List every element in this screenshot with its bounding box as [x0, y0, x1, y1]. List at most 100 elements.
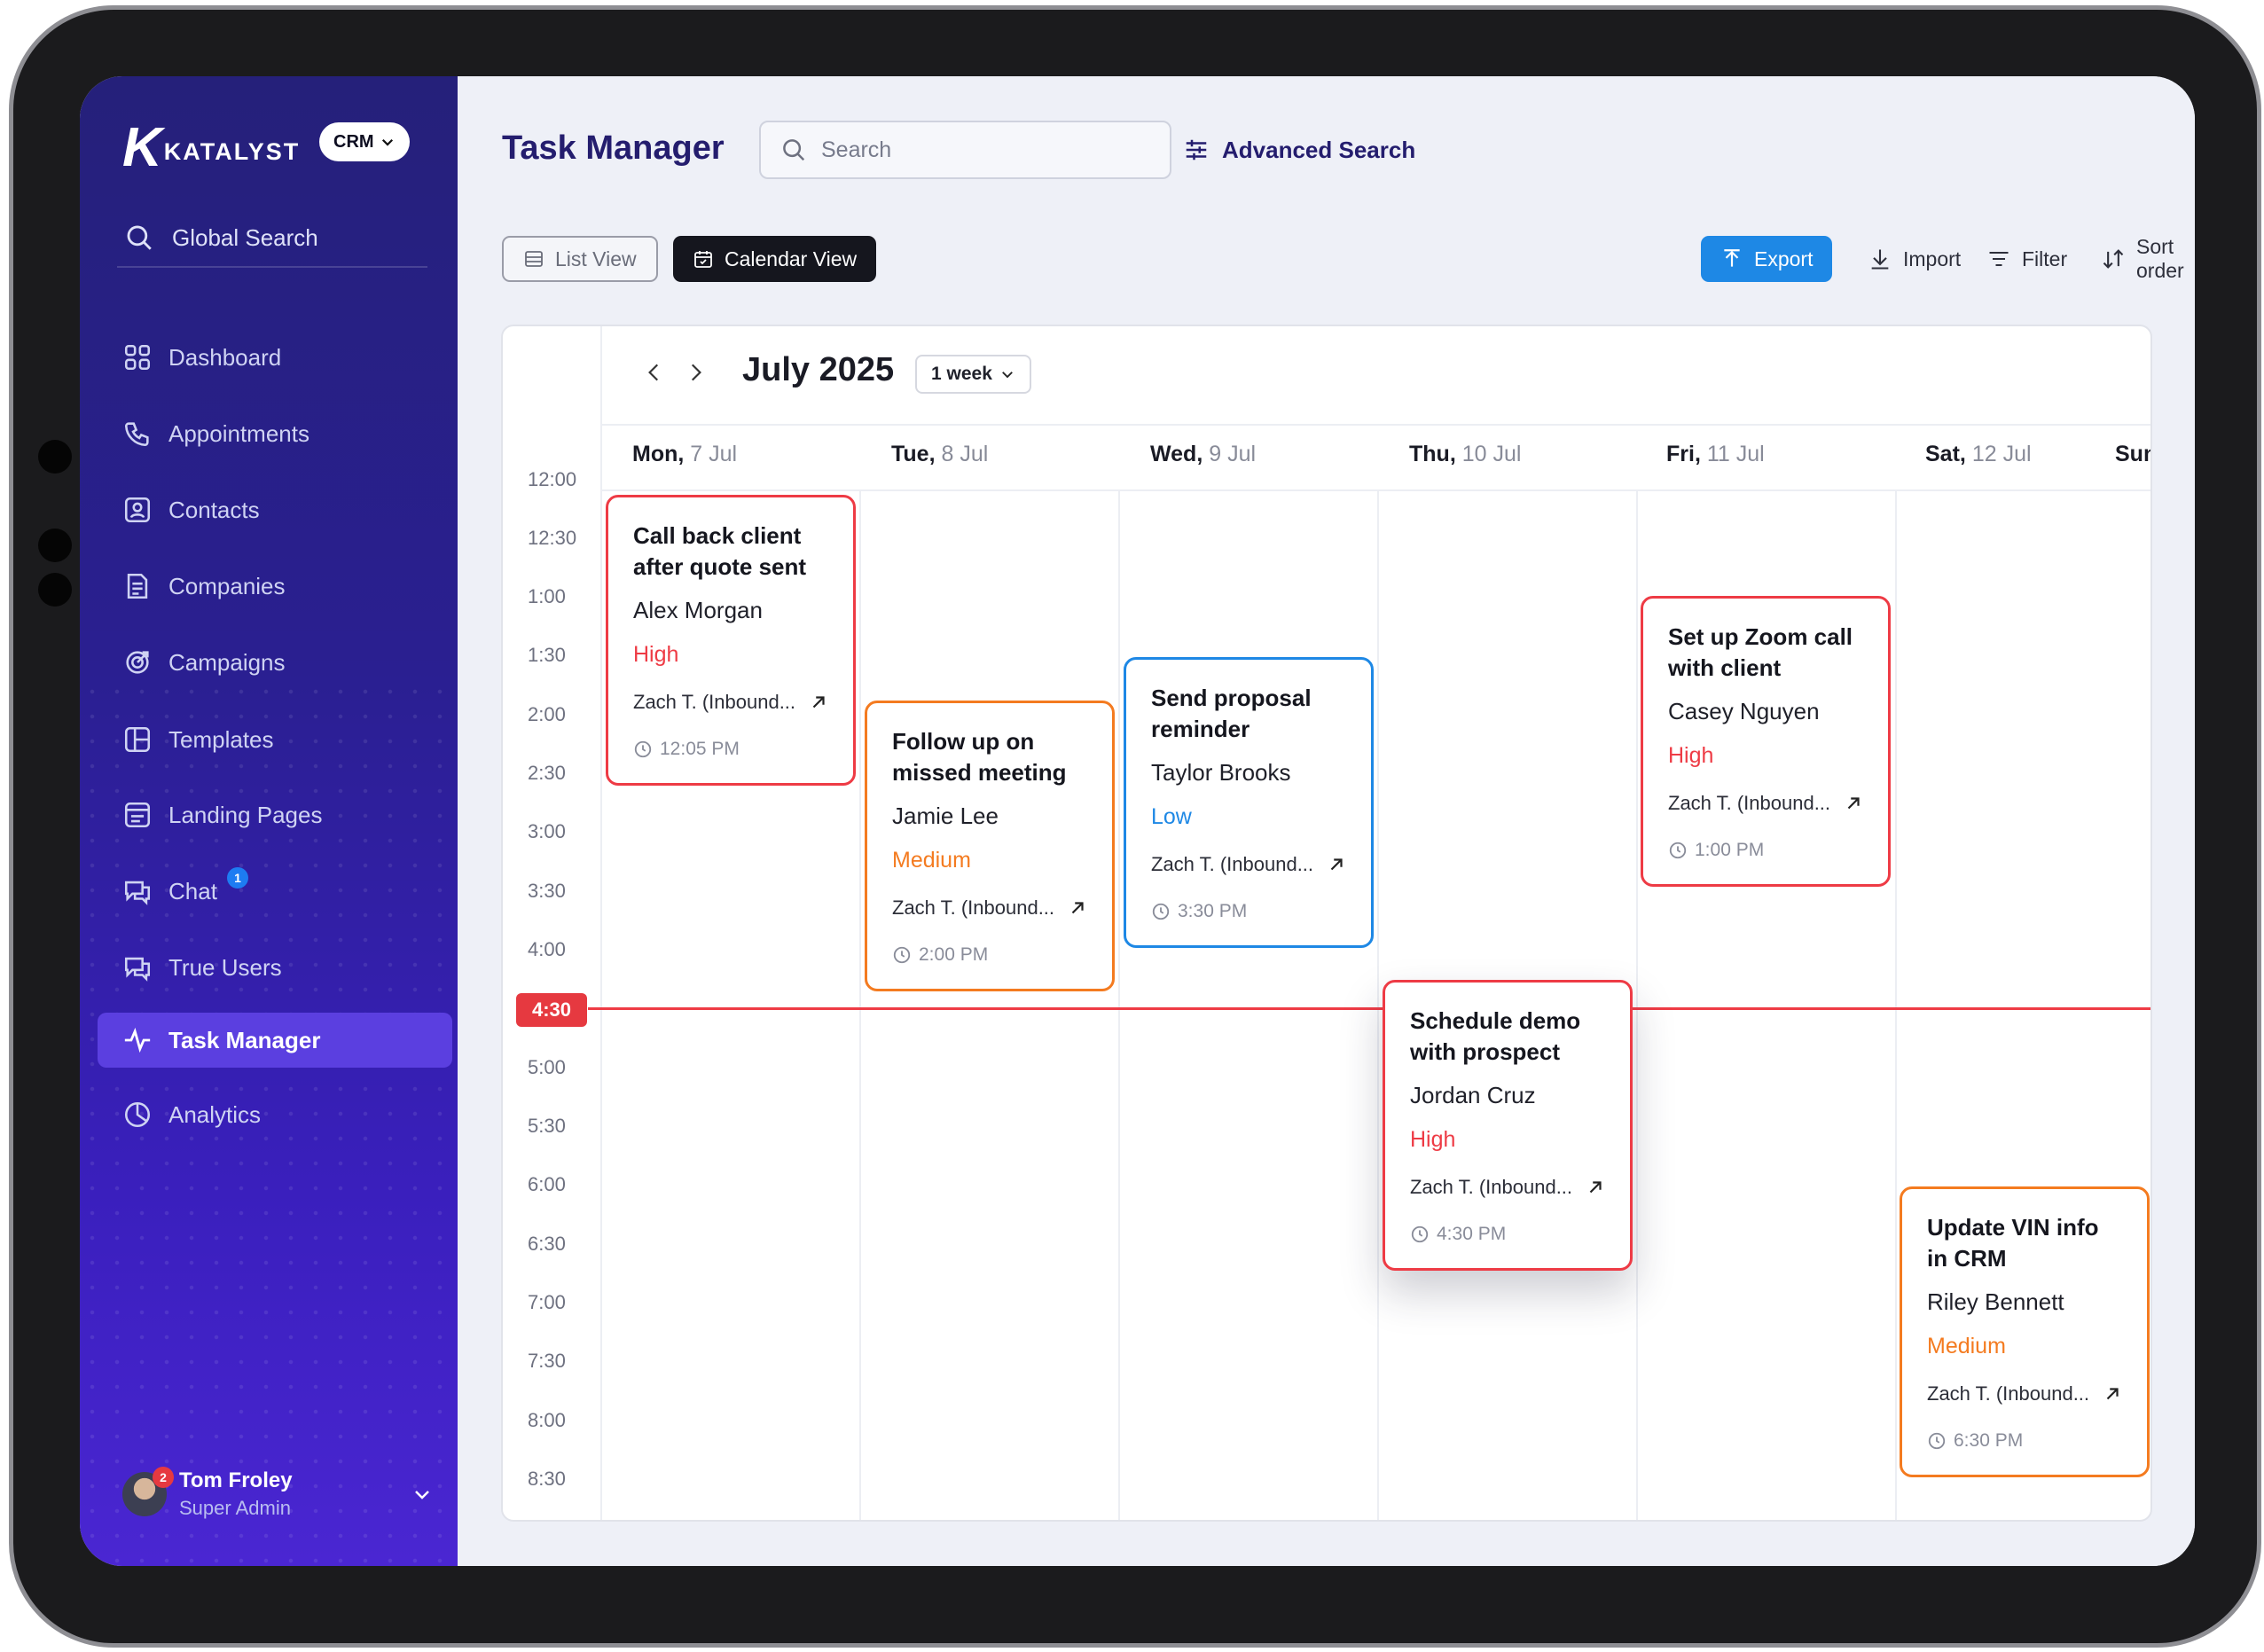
- task-priority: Low: [1151, 804, 1192, 829]
- sidebar-item-true-users[interactable]: True Users: [98, 940, 452, 995]
- brand-logo[interactable]: K KATALYST: [122, 121, 300, 176]
- arrow-up-right-icon[interactable]: [1327, 855, 1346, 874]
- sidebar-item-label: Campaigns: [168, 648, 286, 676]
- sidebar-item-task-manager[interactable]: Task Manager: [98, 1013, 452, 1068]
- task-card[interactable]: Follow up on missed meeting Jamie Lee Me…: [865, 701, 1115, 991]
- sidebar-item-label: Task Manager: [168, 1026, 321, 1053]
- range-select[interactable]: 1 week: [915, 355, 1031, 394]
- sidebar-item-templates[interactable]: Templates: [98, 712, 452, 767]
- task-assignee: Zach T. (Inbound...: [1410, 1176, 1573, 1198]
- day-name: Mon,: [632, 442, 685, 466]
- time-label: 6:30: [528, 1233, 566, 1255]
- sidebar-item-chat[interactable]: Chat 1: [98, 864, 452, 919]
- time-label: 3:00: [528, 820, 566, 842]
- task-time: 12:05 PM: [660, 739, 740, 759]
- task-priority: High: [1410, 1127, 1456, 1152]
- day-header-fri[interactable]: Fri, 11 Jul: [1666, 442, 1765, 467]
- day-date: 10 Jul: [1461, 442, 1522, 466]
- task-contact: Casey Nguyen: [1668, 698, 1820, 724]
- task-title: Update VIN info in CRM: [1927, 1214, 2099, 1272]
- arrow-up-right-icon[interactable]: [1586, 1178, 1605, 1197]
- task-title: Follow up on missed meeting: [892, 728, 1067, 786]
- sidebar-item-appointments[interactable]: Appointments: [98, 406, 452, 461]
- day-header-mon[interactable]: Mon, 7 Jul: [632, 442, 737, 467]
- task-assignee-row: Zach T. (Inbound...: [633, 691, 828, 714]
- time-gutter: [503, 326, 602, 1520]
- day-name: Tue,: [891, 442, 936, 466]
- sidebar-item-contacts[interactable]: Contacts: [98, 482, 452, 537]
- task-time-row: 12:05 PM: [633, 739, 828, 760]
- day-header-thu[interactable]: Thu, 10 Jul: [1409, 442, 1521, 467]
- filter-button[interactable]: Filter: [1986, 236, 2067, 282]
- user-name: Tom Froley: [179, 1468, 293, 1492]
- crm-switcher[interactable]: CRM: [319, 122, 410, 161]
- sidebar-item-label: Contacts: [168, 496, 260, 523]
- global-search[interactable]: Global Search: [117, 209, 427, 268]
- column-divider: [1636, 490, 1638, 1520]
- chevron-left-icon[interactable]: [643, 358, 666, 387]
- export-button[interactable]: Export: [1701, 236, 1833, 282]
- sidebar-item-dashboard[interactable]: Dashboard: [98, 330, 452, 385]
- task-card[interactable]: Update VIN info in CRM Riley Bennett Med…: [1900, 1186, 2150, 1477]
- document-icon: [127, 573, 148, 599]
- task-card[interactable]: Call back client after quote sent Alex M…: [606, 495, 856, 786]
- task-card[interactable]: Set up Zoom call with client Casey Nguye…: [1641, 596, 1891, 887]
- calendar-view-button[interactable]: Calendar View: [673, 236, 877, 282]
- calendar-view-label: Calendar View: [725, 247, 858, 270]
- arrow-up-right-icon[interactable]: [1844, 794, 1863, 813]
- task-assignee-row: Zach T. (Inbound...: [892, 896, 1087, 920]
- sidebar-item-label: Analytics: [168, 1100, 262, 1128]
- arrow-up-right-icon[interactable]: [2103, 1384, 2122, 1404]
- task-time-row: 1:00 PM: [1668, 840, 1863, 861]
- sort-order-button[interactable]: Sort order: [2101, 235, 2195, 282]
- time-label: 1:00: [528, 585, 566, 607]
- import-button[interactable]: Import: [1868, 236, 1961, 282]
- sidebar-item-companies[interactable]: Companies: [98, 559, 452, 614]
- users-chat-icon: [124, 957, 151, 982]
- sidebar-item-landing-pages[interactable]: Landing Pages: [98, 787, 452, 842]
- column-divider: [859, 490, 861, 1520]
- export-label: Export: [1754, 247, 1814, 270]
- time-label: 2:30: [528, 762, 566, 784]
- task-assignee: Zach T. (Inbound...: [1668, 792, 1831, 814]
- task-time-row: 3:30 PM: [1151, 901, 1346, 922]
- column-divider: [1118, 490, 1120, 1520]
- crm-label: CRM: [333, 131, 374, 152]
- sidebar: K KATALYST CRM Global Search Dashboard A…: [80, 76, 458, 1566]
- sidebar-item-analytics[interactable]: Analytics: [98, 1087, 452, 1142]
- user-profile[interactable]: 2 Tom Froley Super Admin: [122, 1467, 433, 1520]
- pulse-icon: [124, 1027, 151, 1053]
- day-header-tue[interactable]: Tue, 8 Jul: [891, 442, 988, 467]
- day-header-sat[interactable]: Sat, 12 Jul: [1925, 442, 2032, 467]
- layout-icon: [124, 726, 151, 753]
- task-priority: High: [1668, 743, 1714, 768]
- chevron-down-icon[interactable]: [411, 1484, 433, 1505]
- day-header-sun[interactable]: Sun: [2115, 442, 2150, 467]
- chevron-right-icon[interactable]: [684, 358, 707, 387]
- contact-icon: [124, 497, 151, 523]
- search-input[interactable]: Search: [759, 121, 1171, 179]
- sort-icon: [2103, 249, 2124, 269]
- task-card[interactable]: Schedule demo with prospect Jordan Cruz …: [1383, 980, 1633, 1271]
- arrow-up-right-icon[interactable]: [809, 693, 828, 712]
- current-time-line: [588, 1007, 2150, 1010]
- task-assignee-row: Zach T. (Inbound...: [1927, 1382, 2122, 1405]
- advanced-search-button[interactable]: Advanced Search: [1183, 129, 1415, 170]
- task-contact: Jordan Cruz: [1410, 1082, 1536, 1108]
- sidebar-item-campaigns[interactable]: Campaigns: [98, 635, 452, 690]
- task-contact: Jamie Lee: [892, 803, 999, 829]
- time-label: 5:00: [528, 1056, 566, 1078]
- camera-dot: [38, 573, 72, 607]
- sidebar-item-label: True Users: [168, 953, 282, 981]
- arrow-up-right-icon[interactable]: [1068, 898, 1087, 918]
- task-card[interactable]: Send proposal reminder Taylor Brooks Low…: [1124, 657, 1374, 948]
- list-view-button[interactable]: List View: [502, 236, 658, 282]
- user-role: Super Admin: [179, 1497, 291, 1519]
- day-header-wed[interactable]: Wed, 9 Jul: [1150, 442, 1256, 467]
- search-icon: [783, 139, 805, 161]
- column-divider: [1895, 490, 1897, 1520]
- current-time-indicator: 4:30: [516, 993, 587, 1027]
- task-assignee: Zach T. (Inbound...: [892, 896, 1055, 919]
- search-icon: [127, 225, 152, 250]
- clock-icon: [1928, 1432, 1946, 1450]
